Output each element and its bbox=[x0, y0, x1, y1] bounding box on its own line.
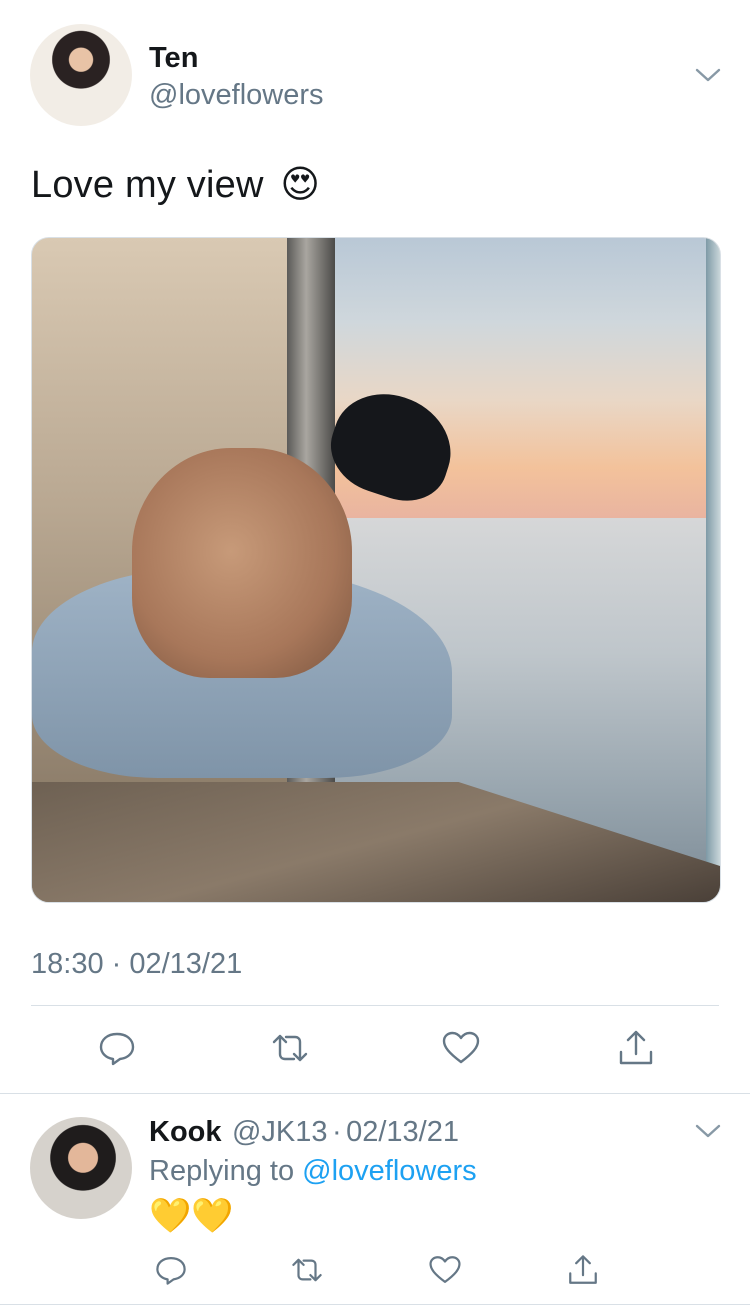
speech-bubble-icon bbox=[97, 1028, 137, 1073]
author-handle[interactable]: @loveflowers bbox=[149, 79, 324, 112]
reply-separator: · bbox=[331, 1116, 342, 1148]
retweet-icon bbox=[270, 1028, 310, 1073]
heart-eyes-emoji: 😍 bbox=[280, 164, 321, 206]
retweet-icon bbox=[290, 1253, 324, 1292]
reply-button[interactable] bbox=[151, 1252, 191, 1292]
like-button[interactable] bbox=[425, 1252, 465, 1292]
heart-icon bbox=[428, 1253, 462, 1292]
reply-date[interactable]: 02/13/21 bbox=[346, 1116, 459, 1148]
reply-text: 💛💛 bbox=[149, 1197, 234, 1235]
divider bbox=[0, 1304, 750, 1305]
tweet-text-content: Love my view bbox=[31, 164, 264, 206]
share-button[interactable] bbox=[616, 1030, 656, 1070]
heart-icon bbox=[441, 1028, 481, 1073]
like-button[interactable] bbox=[441, 1030, 481, 1070]
speech-bubble-icon bbox=[154, 1253, 188, 1292]
photo-person-body bbox=[132, 448, 352, 678]
share-button[interactable] bbox=[563, 1252, 603, 1292]
divider bbox=[0, 1093, 750, 1094]
author-avatar[interactable] bbox=[30, 24, 132, 126]
photo-building bbox=[706, 238, 720, 902]
share-icon bbox=[566, 1253, 600, 1292]
retweet-button[interactable] bbox=[270, 1030, 310, 1070]
chevron-down-icon[interactable] bbox=[694, 66, 722, 84]
reply-author-avatar[interactable] bbox=[30, 1117, 132, 1219]
reply-header: Kook @JK13 · 02/13/21 bbox=[149, 1116, 459, 1149]
divider bbox=[31, 1005, 719, 1006]
retweet-button[interactable] bbox=[287, 1252, 327, 1292]
replying-to-prefix: Replying to bbox=[149, 1155, 295, 1187]
tweet-photo[interactable] bbox=[31, 237, 721, 903]
chevron-down-icon[interactable] bbox=[694, 1122, 722, 1140]
share-icon bbox=[616, 1028, 656, 1073]
reply-author-handle[interactable]: @JK13 bbox=[232, 1116, 328, 1148]
replying-to-line: Replying to @loveflowers bbox=[149, 1155, 477, 1188]
tweet-timestamp[interactable]: 18:30 · 02/13/21 bbox=[31, 948, 242, 981]
replying-to-link[interactable]: @loveflowers bbox=[302, 1155, 477, 1187]
author-name[interactable]: Ten bbox=[149, 42, 198, 75]
reply-button[interactable] bbox=[97, 1030, 137, 1070]
tweet-text: Love my view 😍 bbox=[31, 162, 320, 207]
reply-author-name[interactable]: Kook bbox=[149, 1116, 222, 1148]
